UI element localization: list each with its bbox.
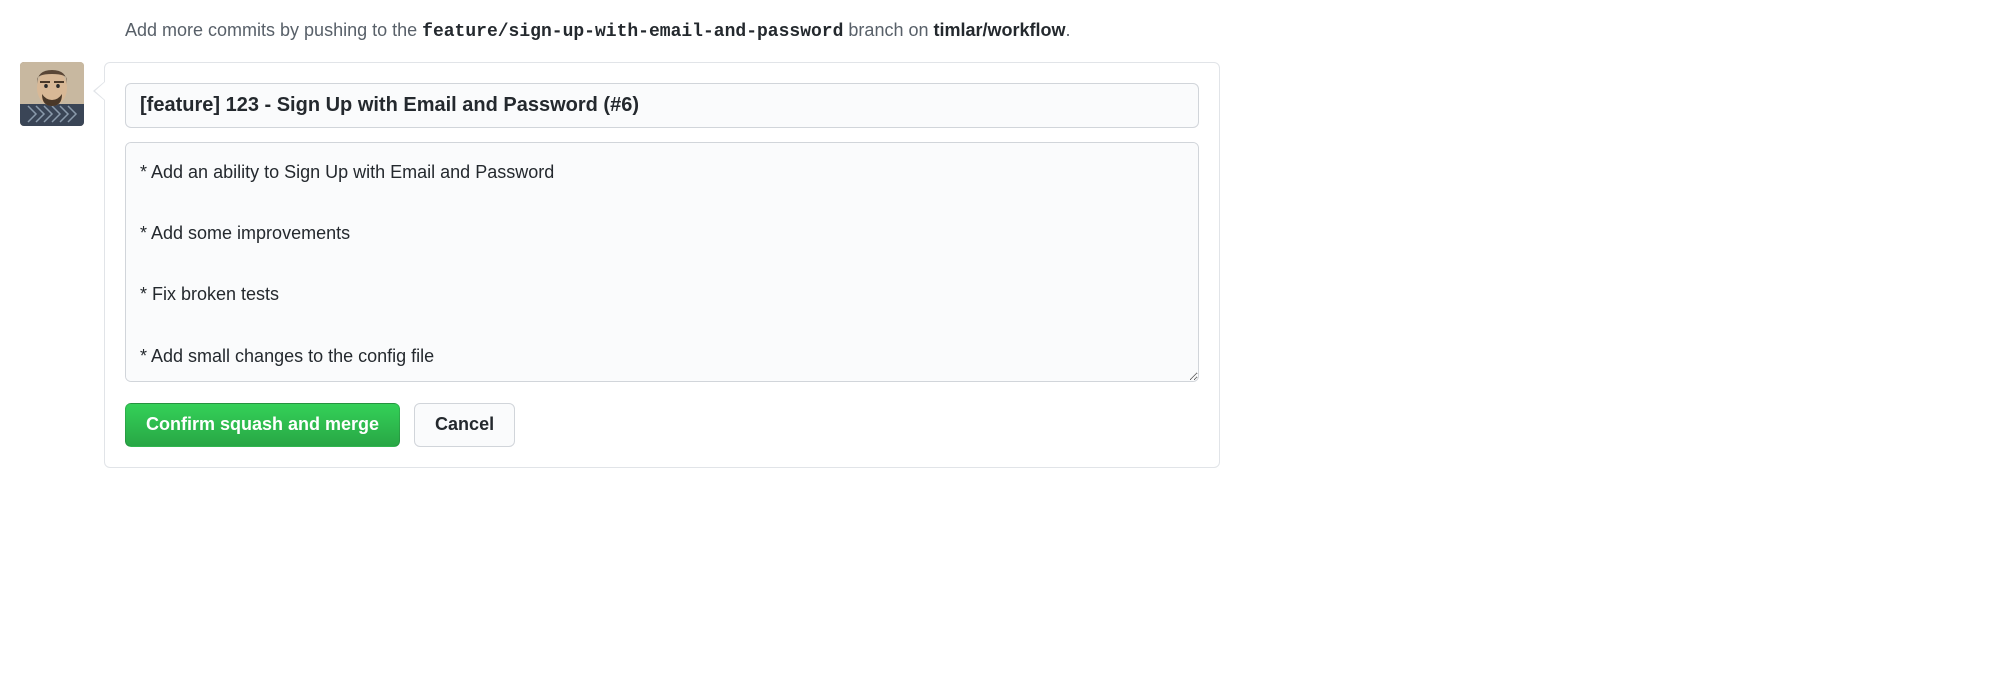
- push-hint: Add more commits by pushing to the featu…: [125, 20, 1220, 42]
- hint-middle: branch on: [843, 20, 933, 40]
- hint-prefix: Add more commits by pushing to the: [125, 20, 422, 40]
- hint-suffix: .: [1066, 20, 1071, 40]
- avatar: [20, 62, 84, 126]
- branch-name: feature/sign-up-with-email-and-password: [422, 22, 843, 42]
- merge-commit-box: Confirm squash and merge Cancel: [104, 62, 1220, 468]
- commit-body-textarea[interactable]: [125, 142, 1199, 382]
- commit-title-input[interactable]: [125, 83, 1199, 128]
- merge-actions: Confirm squash and merge Cancel: [125, 403, 1199, 447]
- cancel-button[interactable]: Cancel: [414, 403, 515, 447]
- confirm-squash-merge-button[interactable]: Confirm squash and merge: [125, 403, 400, 447]
- repo-name: timlar/workflow: [933, 20, 1065, 40]
